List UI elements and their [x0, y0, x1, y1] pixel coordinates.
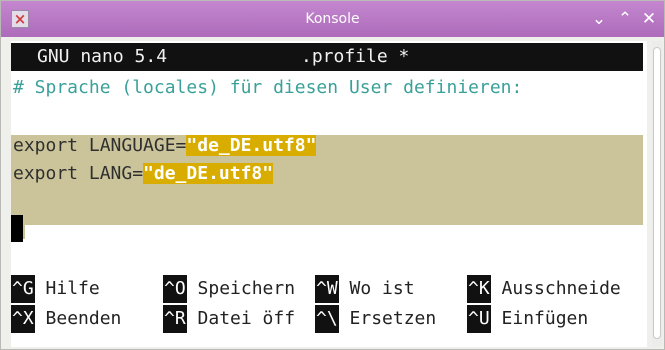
scrollbar-thumb[interactable]: [653, 47, 661, 339]
shortcut-key: ^G: [11, 275, 35, 303]
title-bar[interactable]: × Konsole ⌄ ⌃ ✕: [1, 1, 664, 37]
export-language-line: export LANGUAGE="de_DE.utf8": [13, 132, 317, 160]
shortcut-cut[interactable]: ^K Ausschneide: [467, 275, 621, 303]
shortcut-label: Hilfe: [45, 278, 100, 299]
export-lang-prefix: export LANG=: [13, 163, 144, 184]
shortcut-help[interactable]: ^G Hilfe: [11, 275, 100, 303]
vertical-scrollbar[interactable]: [652, 41, 663, 347]
shortcut-label: Beenden: [45, 308, 122, 329]
shortcut-key: ^K: [467, 275, 491, 303]
shortcut-read-file[interactable]: ^R Datei öff: [163, 305, 295, 333]
shortcut-exit[interactable]: ^X Beenden: [11, 305, 121, 333]
shortcut-key: ^X: [11, 305, 35, 333]
export-lang-line: export LANG="de_DE.utf8": [13, 160, 274, 188]
export-language-prefix: export LANGUAGE=: [13, 135, 187, 156]
shortcut-where-is[interactable]: ^W Wo ist: [315, 275, 415, 303]
export-lang-value: "de_DE.utf8": [143, 163, 274, 184]
export-language-value: "de_DE.utf8": [186, 135, 317, 156]
nano-filename: .profile *: [301, 46, 410, 67]
shortcut-label: Wo ist: [349, 278, 415, 299]
shortcut-key: ^R: [163, 305, 187, 333]
shortcut-label: Ausschneide: [501, 278, 621, 299]
window-title: Konsole: [305, 11, 360, 27]
nano-header-bar: GNU nano 5.4 .profile *: [11, 43, 643, 71]
shortcut-key: ^U: [467, 305, 491, 333]
shortcut-label: Datei öff: [197, 308, 296, 329]
shortcut-save[interactable]: ^O Speichern: [163, 275, 295, 303]
shortcut-paste[interactable]: ^U Einfügen: [467, 305, 588, 333]
shortcut-replace[interactable]: ^\ Ersetzen: [315, 305, 436, 333]
minimize-icon[interactable]: ⌄: [588, 7, 610, 31]
shortcut-key: ^\: [315, 305, 339, 333]
shortcut-key: ^O: [163, 275, 187, 303]
shortcut-key: ^W: [315, 275, 339, 303]
maximize-icon[interactable]: ⌃: [614, 7, 636, 31]
konsole-window: × Konsole ⌄ ⌃ ✕ GNU nano 5.4 .profile * …: [0, 0, 665, 350]
shortcut-label: Speichern: [197, 278, 296, 299]
nano-version: GNU nano 5.4: [37, 46, 168, 67]
close-icon[interactable]: ✕: [638, 7, 660, 31]
text-cursor: [11, 215, 23, 242]
comment-line: # Sprache (locales) für diesen User defi…: [13, 77, 523, 98]
terminal-area[interactable]: GNU nano 5.4 .profile * # Sprache (local…: [11, 41, 647, 347]
shortcut-label: Einfügen: [501, 308, 589, 329]
shortcut-label: Ersetzen: [349, 308, 437, 329]
